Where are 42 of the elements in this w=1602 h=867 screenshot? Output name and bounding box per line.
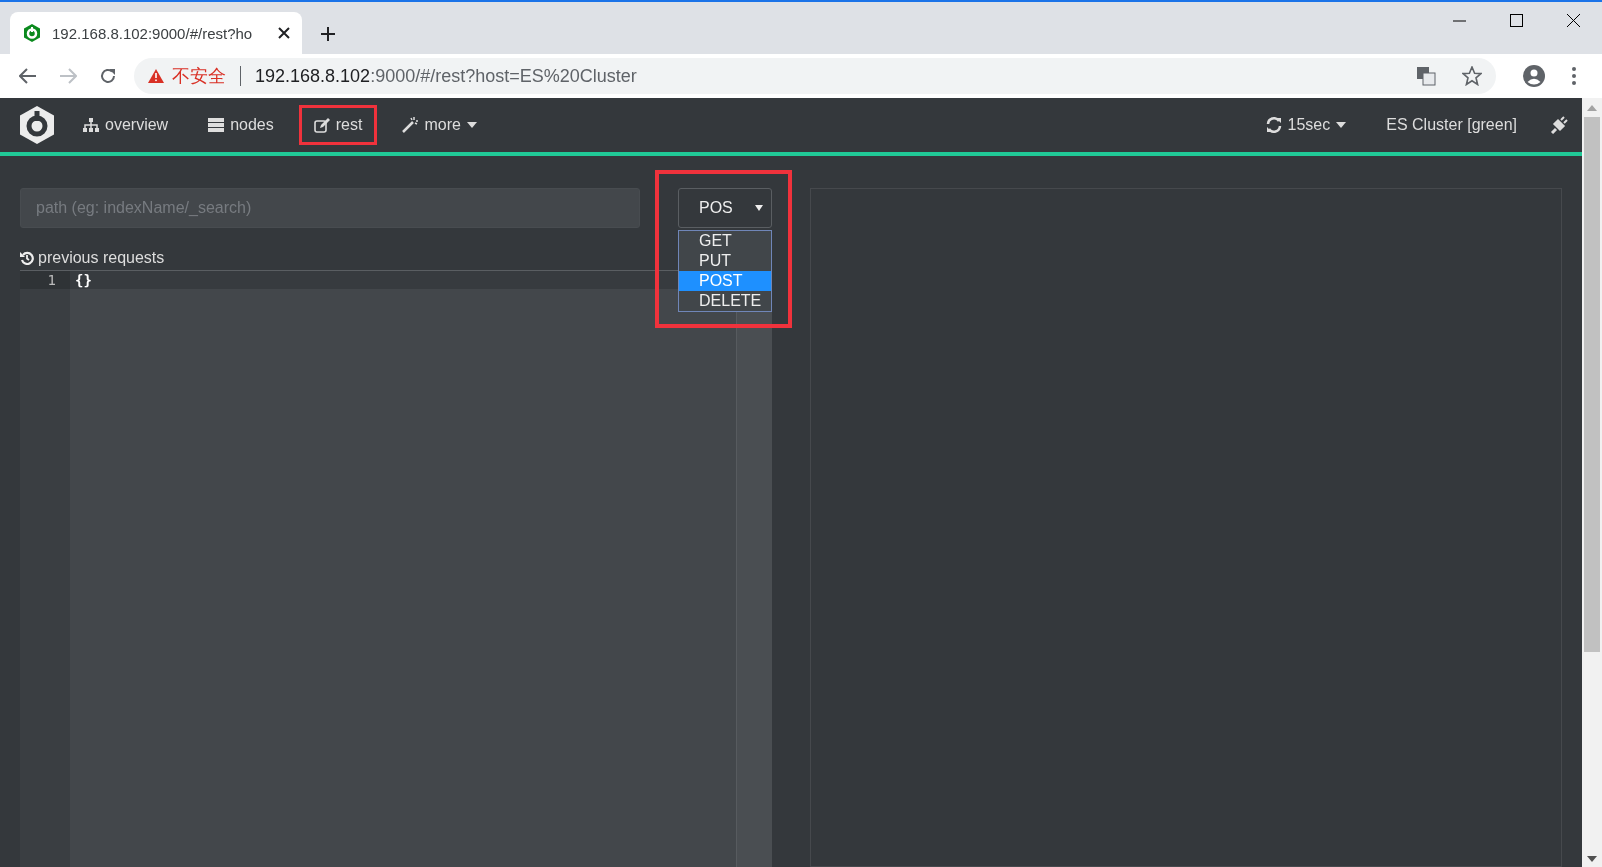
code-text: {} [75,272,92,288]
nav-item[interactable]: rest [298,105,378,145]
refresh-icon [1265,117,1282,133]
scrollbar[interactable] [1582,98,1602,867]
url-text: 192.168.8.102:9000/#/rest?host=ES%20Cluster [255,65,638,87]
warning-icon [148,69,164,83]
nav-item[interactable]: more [387,105,492,145]
edit-icon [313,117,330,133]
method-option[interactable]: PUT [679,251,771,271]
account-icon[interactable] [1523,65,1545,87]
nav-item[interactable]: overview [68,105,184,145]
browser-tab[interactable]: 192.168.8.102:9000/#/rest?ho [10,12,302,54]
previous-requests-link[interactable]: previous requests [20,246,165,270]
sitemap-icon [83,118,99,132]
scroll-down-icon[interactable] [1587,856,1597,862]
address-bar[interactable]: 不安全 192.168.8.102:9000/#/rest?host=ES%20Cluster [134,58,1496,94]
security-label: 不安全 [172,65,226,88]
line-number: 1 [20,271,70,289]
magic-wand-icon [402,117,419,133]
scroll-thumb[interactable] [1584,117,1600,652]
refresh-dropdown[interactable]: 15sec [1250,105,1362,145]
method-select[interactable]: POS [678,188,772,228]
history-icon [20,251,34,265]
reload-icon[interactable] [99,67,117,85]
nav-item[interactable]: nodes [193,105,289,145]
plug-icon[interactable] [1550,116,1568,134]
tab-title: 192.168.8.102:9000/#/rest?ho [52,24,254,42]
back-icon[interactable] [19,68,37,84]
caret-icon [755,205,763,211]
caret-icon [1336,122,1347,128]
translate-icon[interactable] [1416,66,1436,86]
cluster-name: ES Cluster [green] [1385,115,1518,135]
app-logo-icon [22,23,42,43]
close-icon[interactable] [278,27,290,39]
new-tab-icon[interactable] [320,26,336,42]
server-icon [208,118,225,132]
star-icon[interactable] [1462,66,1482,86]
method-option[interactable]: GET [679,231,771,251]
method-option[interactable]: DELETE [679,291,771,311]
menu-icon[interactable] [1572,67,1576,85]
app-logo-icon[interactable] [18,105,56,145]
caret-icon [466,122,477,128]
